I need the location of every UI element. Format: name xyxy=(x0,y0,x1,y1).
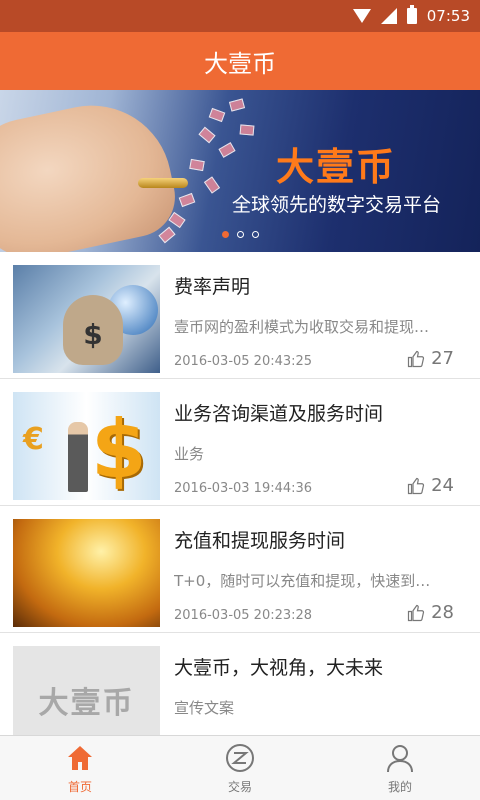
article-title: 大壹币，大视角，大未来 xyxy=(174,657,384,679)
battery-icon xyxy=(406,5,417,24)
article-title: 业务咨询渠道及服务时间 xyxy=(174,403,384,425)
like-count: 28 xyxy=(431,602,454,623)
like-count: 27 xyxy=(431,348,454,369)
thumbs-up-icon xyxy=(407,477,425,494)
page-title: 大壹币 xyxy=(204,49,276,78)
banner-dot[interactable] xyxy=(252,231,259,238)
article-description: 宣传文案 xyxy=(174,699,235,717)
wifi-icon xyxy=(352,9,371,23)
profile-icon xyxy=(387,744,413,772)
promo-banner[interactable]: 大壹币 全球领先的数字交易平台 xyxy=(0,90,480,252)
like-button[interactable]: 27 xyxy=(407,348,454,369)
list-item[interactable]: $ 费率声明 壹币网的盈利模式为收取交易和提现… 2016-03-05 20:4… xyxy=(0,252,480,379)
status-time: 07:53 xyxy=(426,7,470,25)
article-list: $ 费率声明 壹币网的盈利模式为收取交易和提现… 2016-03-05 20:4… xyxy=(0,252,480,735)
banner-subtitle: 全球领先的数字交易平台 xyxy=(232,194,442,216)
article-date: 2016-03-05 20:23:28 xyxy=(174,608,313,623)
banner-dot[interactable] xyxy=(222,231,229,238)
tab-profile[interactable]: 我的 xyxy=(320,736,480,800)
article-description: 业务 xyxy=(174,445,205,463)
signal-icon xyxy=(380,8,397,24)
article-thumbnail xyxy=(13,519,160,627)
article-title: 充值和提现服务时间 xyxy=(174,530,346,552)
thumbs-up-icon xyxy=(407,604,425,621)
article-date: 2016-03-03 19:44:36 xyxy=(174,481,313,496)
like-count: 24 xyxy=(431,475,454,496)
article-thumbnail: 大壹币 xyxy=(13,646,160,735)
article-title: 费率声明 xyxy=(174,276,251,298)
like-button[interactable]: 28 xyxy=(407,602,454,623)
article-description: T+0，随时可以充值和提现，快速到… xyxy=(174,572,431,590)
list-item[interactable]: € $ 业务咨询渠道及服务时间 业务 2016-03-03 19:44:36 2… xyxy=(0,379,480,506)
tab-label: 首页 xyxy=(67,779,92,794)
banner-banknotes-image xyxy=(150,98,270,250)
status-bar: 07:53 xyxy=(0,0,480,32)
bottom-tab-bar: 首页 交易 我的 xyxy=(0,735,480,800)
home-icon xyxy=(68,745,92,770)
tab-label: 我的 xyxy=(387,779,412,794)
tab-label: 交易 xyxy=(227,779,252,794)
tab-home[interactable]: 首页 xyxy=(0,736,160,800)
banner-title: 大壹币 xyxy=(276,145,397,189)
list-item[interactable]: 大壹币 大壹币，大视角，大未来 宣传文案 xyxy=(0,633,480,735)
thumbnail-logo-text: 大壹币 xyxy=(38,686,135,721)
trade-icon xyxy=(226,743,254,772)
article-date: 2016-03-05 20:43:25 xyxy=(174,354,313,369)
like-button[interactable]: 24 xyxy=(407,475,454,496)
banner-dot[interactable] xyxy=(237,231,244,238)
banner-pager xyxy=(222,231,259,238)
article-thumbnail: $ xyxy=(13,265,160,373)
list-item[interactable]: 充值和提现服务时间 T+0，随时可以充值和提现，快速到… 2016-03-05 … xyxy=(0,506,480,633)
app-bar: 大壹币 xyxy=(0,32,480,90)
tab-trade[interactable]: 交易 xyxy=(160,736,320,800)
article-description: 壹币网的盈利模式为收取交易和提现… xyxy=(174,318,430,336)
thumbs-up-icon xyxy=(407,350,425,367)
article-thumbnail: € $ xyxy=(13,392,160,500)
